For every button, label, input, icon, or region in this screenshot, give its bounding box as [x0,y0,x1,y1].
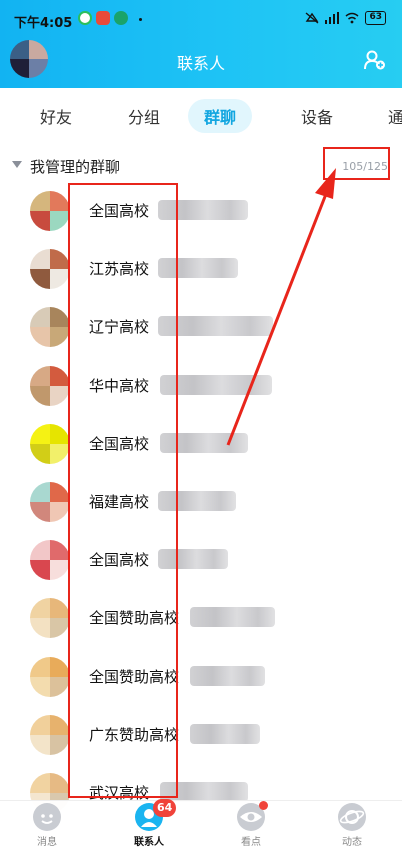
group-avatar [30,249,70,290]
tab-friends[interactable]: 好友 [40,104,72,128]
wifi-icon [345,12,359,24]
annotation-box-list [68,183,178,798]
nav-label: 消息 [37,837,57,848]
nav-watch[interactable]: 看点 [221,801,281,848]
tab-categories[interactable]: 分组 [128,104,160,128]
expand-caret-icon [12,161,22,168]
group-avatar [30,598,70,639]
group-list-item[interactable]: 全国高校 [0,182,402,240]
contact-tabs: 好友 分组 群聊 设备 通 [0,88,402,142]
group-list-item[interactable]: 全国高校 [0,531,402,589]
app-notification-icon [96,11,110,25]
page-title: 联系人 [176,54,225,73]
group-avatar [30,540,70,581]
top-header: 下午4:05 63 联系人 [0,0,402,88]
feed-icon [338,803,366,831]
nav-messages[interactable]: 消息 [17,803,77,848]
redacted-text [190,665,265,686]
add-contact-icon[interactable] [364,50,386,70]
watch-dot-badge [259,801,268,810]
group-list-item[interactable]: 江苏高校 [0,240,402,298]
group-list-item[interactable]: 华中高校 [0,357,402,415]
group-section-title: 我管理的群聊 [30,158,121,176]
nav-feed[interactable]: 动态 [322,803,382,848]
nav-label: 动态 [342,837,362,848]
group-list-item[interactable]: 广东赞助高校 [0,706,402,764]
nav-contacts[interactable]: 64 联系人 [119,799,179,848]
bottom-navigation: 消息 64 联系人 看点 动态 [0,799,402,851]
tab-more[interactable]: 通 [388,104,402,128]
status-right: 63 [305,11,386,25]
group-list-item[interactable]: 全国赞助高校 [0,648,402,706]
contacts-icon: 64 [135,799,177,831]
battery-icon: 63 [365,11,386,25]
tab-group-chats[interactable]: 群聊 [188,99,253,133]
group-list-item[interactable]: 福建高校 [0,473,402,531]
group-list-item[interactable]: 全国高校 [0,415,402,473]
group-avatar [30,365,70,406]
group-avatar [30,714,70,755]
status-time: 下午4:05 [14,16,73,31]
signal-icon [325,12,340,24]
redacted-text [190,723,260,744]
tab-devices[interactable]: 设备 [301,104,333,128]
mute-icon [306,12,319,24]
app-notification-icon [78,11,92,25]
nav-label: 联系人 [134,837,164,848]
status-app-icons [78,11,128,25]
nav-label: 看点 [241,837,261,848]
message-icon [33,803,61,831]
watch-icon [237,801,268,831]
group-avatar [30,423,70,464]
group-list-item[interactable]: 全国赞助高校 [0,589,402,647]
annotation-box-count [323,147,390,180]
app-notification-icon [114,11,128,25]
group-avatar [30,191,70,231]
group-avatar [30,307,70,348]
group-avatar [30,656,70,697]
more-notifications-dot [139,18,142,21]
contacts-badge: 64 [153,799,177,817]
status-bar: 下午4:05 63 [0,0,402,40]
redacted-text [190,607,275,628]
group-list-item[interactable]: 辽宁高校 [0,298,402,356]
group-avatar [30,482,70,522]
